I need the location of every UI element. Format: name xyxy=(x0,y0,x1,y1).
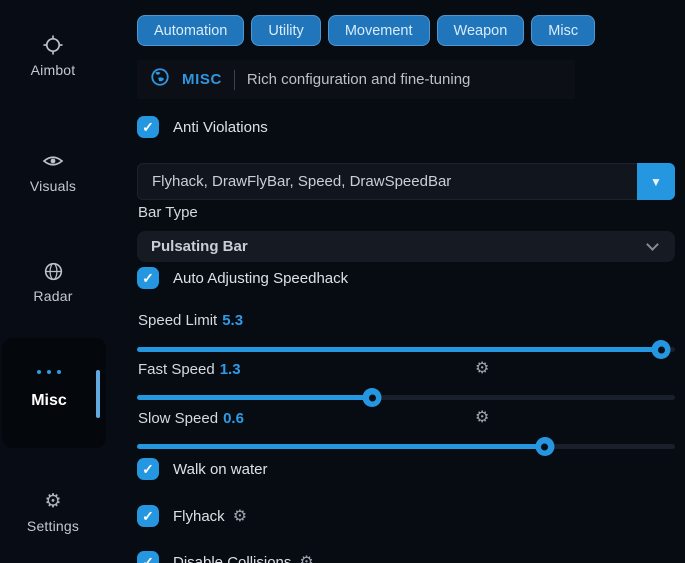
tab-automation[interactable]: Automation xyxy=(137,15,244,46)
slider-slow-speed[interactable] xyxy=(137,436,675,456)
bar-type-label: Bar Type xyxy=(138,204,198,221)
crosshair-icon xyxy=(42,34,64,56)
sidebar-item-visuals[interactable]: Visuals xyxy=(0,150,106,194)
sidebar-item-settings[interactable]: ⚙ Settings xyxy=(0,490,106,534)
eye-icon xyxy=(42,150,64,172)
globe-icon xyxy=(150,67,170,92)
slider-fill xyxy=(137,395,372,400)
checkbox-text: Flyhack xyxy=(173,508,225,525)
slider-value: 5.3 xyxy=(222,312,243,329)
checkbox-checked[interactable]: ✓ xyxy=(137,116,159,138)
active-indicator-bar xyxy=(96,370,100,418)
gear-icon: ⚙ xyxy=(42,490,64,512)
dots-icon xyxy=(2,370,96,374)
sidebar-item-misc-active[interactable]: Misc xyxy=(2,338,106,448)
checkbox-label: Auto Adjusting Speedhack xyxy=(173,270,348,287)
checkbox-checked[interactable]: ✓ xyxy=(137,551,159,563)
slider-name: Slow Speed xyxy=(138,410,218,427)
sidebar: Aimbot Visuals Radar Mi xyxy=(0,0,130,563)
slider-name: Speed Limit xyxy=(138,312,217,329)
sidebar-item-aimbot[interactable]: Aimbot xyxy=(0,34,106,78)
section-header: MISC Rich configuration and fine-tuning xyxy=(137,60,575,99)
checkbox-row-walk-on-water[interactable]: ✓ Walk on water xyxy=(137,458,267,480)
bar-type-select[interactable]: Pulsating Bar xyxy=(137,231,675,262)
chevron-down-icon xyxy=(646,238,659,251)
tab-weapon[interactable]: Weapon xyxy=(437,15,525,46)
check-icon: ✓ xyxy=(142,554,154,563)
slider-value: 1.3 xyxy=(220,361,241,378)
sidebar-label-visuals: Visuals xyxy=(30,178,76,194)
slider-handle[interactable] xyxy=(652,340,671,359)
gear-icon[interactable]: ⚙ xyxy=(475,409,489,425)
gear-icon[interactable]: ⚙ xyxy=(233,508,247,524)
sidebar-label-radar: Radar xyxy=(33,288,72,304)
sidebar-item-radar[interactable]: Radar xyxy=(0,260,106,304)
sidebar-label-settings: Settings xyxy=(27,518,79,534)
check-icon: ✓ xyxy=(142,461,154,478)
select-value: Pulsating Bar xyxy=(151,238,248,255)
checkbox-row-anti-violations[interactable]: ✓ Anti Violations xyxy=(137,116,268,138)
slider-name: Fast Speed xyxy=(138,361,215,378)
bar-multiselect-field[interactable]: Flyhack, DrawFlyBar, Speed, DrawSpeedBar… xyxy=(137,163,675,200)
slider-label-speed-limit: Speed Limit 5.3 xyxy=(138,312,243,329)
checkbox-label: Disable Collisions ⚙ xyxy=(173,554,314,563)
checkbox-checked[interactable]: ✓ xyxy=(137,458,159,480)
check-icon: ✓ xyxy=(142,508,154,525)
header-divider xyxy=(234,70,235,90)
slider-handle[interactable] xyxy=(535,437,554,456)
slider-speed-limit[interactable] xyxy=(137,339,675,359)
tab-movement[interactable]: Movement xyxy=(328,15,430,46)
dropdown-open-button[interactable]: ▼ xyxy=(637,163,675,200)
triangle-down-icon: ▼ xyxy=(650,175,662,189)
section-subtitle: Rich configuration and fine-tuning xyxy=(247,71,470,88)
slider-handle[interactable] xyxy=(363,388,382,407)
gear-icon[interactable]: ⚙ xyxy=(475,360,489,376)
app-window: Aimbot Visuals Radar Mi xyxy=(0,0,685,563)
tab-bar: Automation Utility Movement Weapon Misc xyxy=(137,15,595,46)
sidebar-label-misc: Misc xyxy=(2,392,96,410)
slider-label-slow-speed: Slow Speed0.6 ⚙ xyxy=(138,410,244,427)
slider-fast-speed[interactable] xyxy=(137,387,675,407)
checkbox-row-auto-adjusting[interactable]: ✓ Auto Adjusting Speedhack xyxy=(137,267,348,289)
checkbox-checked[interactable]: ✓ xyxy=(137,267,159,289)
tab-utility[interactable]: Utility xyxy=(251,15,320,46)
slider-value: 0.6 xyxy=(223,410,244,427)
checkbox-checked[interactable]: ✓ xyxy=(137,505,159,527)
checkbox-text: Disable Collisions xyxy=(173,554,291,563)
slider-fill xyxy=(137,444,545,449)
section-title: MISC xyxy=(182,71,222,88)
checkbox-label: Walk on water xyxy=(173,461,267,478)
check-icon: ✓ xyxy=(142,119,154,136)
checkbox-label: Anti Violations xyxy=(173,119,268,136)
gear-icon[interactable]: ⚙ xyxy=(299,554,313,563)
slider-fill xyxy=(137,347,661,352)
check-icon: ✓ xyxy=(142,270,154,287)
sidebar-label-aimbot: Aimbot xyxy=(31,62,76,78)
checkbox-label: Flyhack ⚙ xyxy=(173,508,247,525)
slider-label-fast-speed: Fast Speed1.3 ⚙ xyxy=(138,361,241,378)
tab-misc[interactable]: Misc xyxy=(531,15,595,46)
globe-icon xyxy=(42,260,64,282)
checkbox-row-flyhack[interactable]: ✓ Flyhack ⚙ xyxy=(137,505,247,527)
multiselect-value: Flyhack, DrawFlyBar, Speed, DrawSpeedBar xyxy=(138,173,638,190)
main-content: Automation Utility Movement Weapon Misc … xyxy=(137,0,675,563)
checkbox-row-disable-collisions[interactable]: ✓ Disable Collisions ⚙ xyxy=(137,551,314,563)
